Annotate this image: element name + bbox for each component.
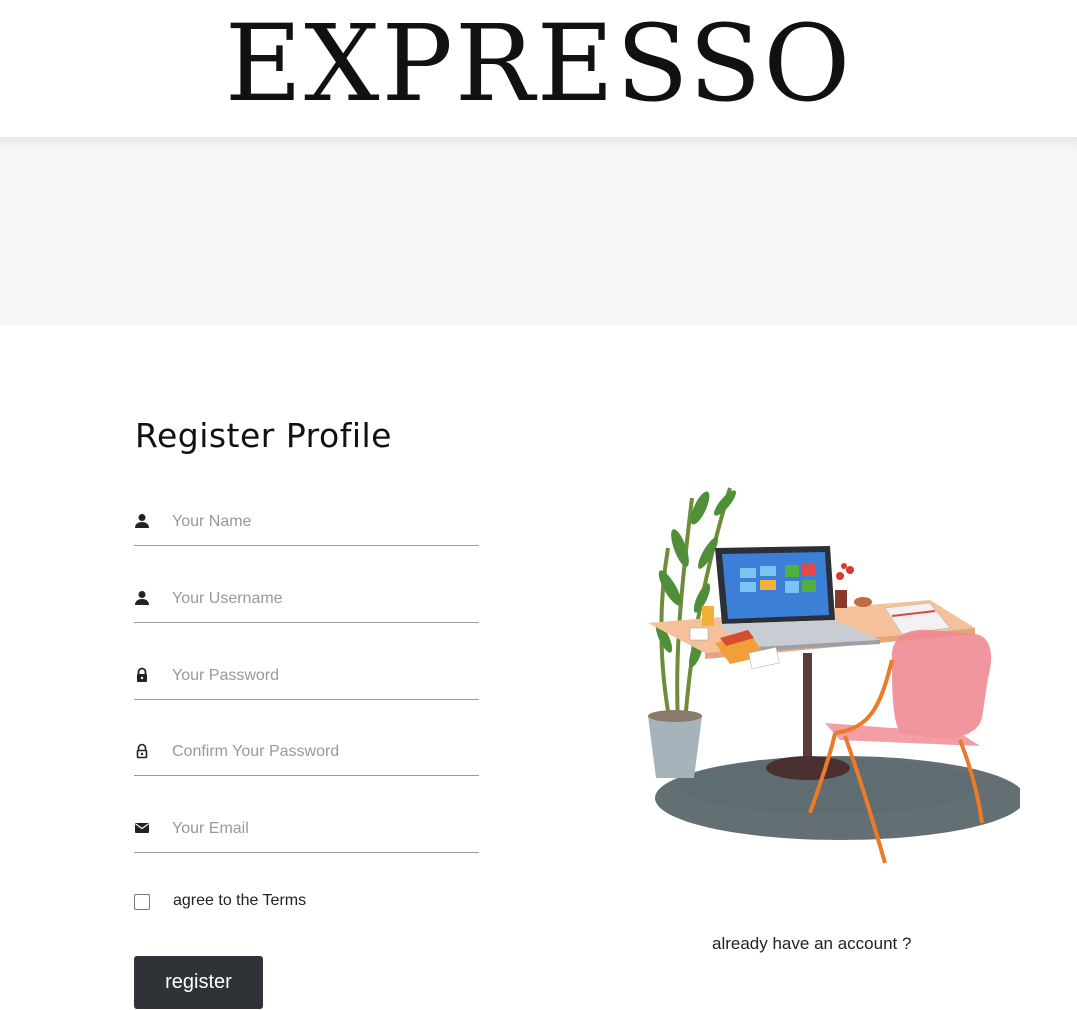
name-field-row xyxy=(134,505,479,546)
brand-logo-text: EXPRESSO xyxy=(224,2,853,125)
register-button[interactable]: register xyxy=(134,956,263,1009)
confirm-password-field-row xyxy=(134,735,479,776)
site-header: EXPRESSO xyxy=(0,0,1077,137)
email-field-row xyxy=(134,812,479,853)
mail-icon xyxy=(134,820,150,836)
hero-band xyxy=(0,137,1077,325)
signin-link[interactable]: already have an account ? xyxy=(712,934,911,954)
confirm-password-input[interactable] xyxy=(172,739,472,765)
terms-checkbox[interactable] xyxy=(134,894,150,910)
username-field-row xyxy=(134,582,479,623)
lock-open-icon xyxy=(134,743,150,759)
user-icon xyxy=(134,513,150,529)
password-input[interactable] xyxy=(172,663,472,689)
password-field-row xyxy=(134,659,479,700)
email-input[interactable] xyxy=(172,816,472,842)
user-icon xyxy=(134,590,150,606)
lock-icon xyxy=(134,667,150,683)
name-input[interactable] xyxy=(172,509,472,535)
username-input[interactable] xyxy=(172,586,472,612)
desk-illustration xyxy=(648,487,1020,864)
page-title: Register Profile xyxy=(135,416,392,455)
terms-label[interactable]: agree to the Terms xyxy=(173,892,306,910)
